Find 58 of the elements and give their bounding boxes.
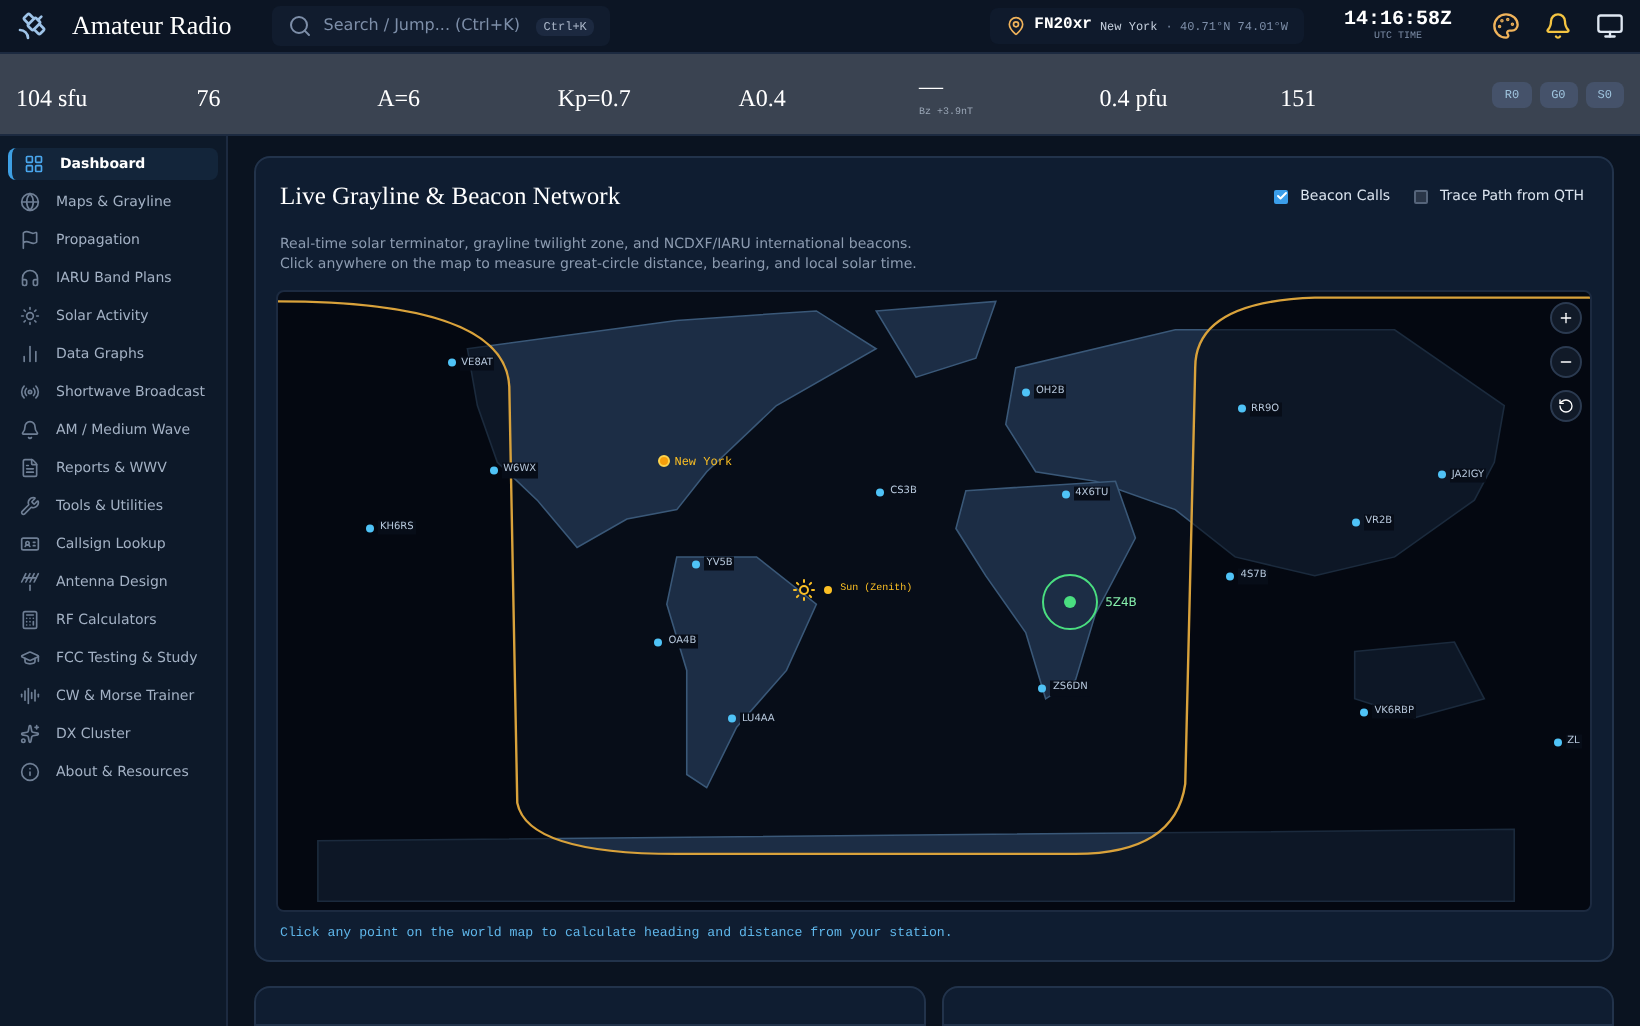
stat-value: 151 — [1280, 86, 1319, 110]
satellite-dish-icon — [16, 10, 48, 42]
beacon-marker[interactable] — [447, 359, 456, 368]
nav-icon — [20, 572, 40, 592]
search-icon — [287, 14, 312, 38]
pin-icon — [1006, 16, 1027, 36]
nav-icon — [20, 382, 40, 402]
zoom-in-button[interactable] — [1550, 301, 1582, 334]
nav-icon — [20, 344, 40, 364]
checkbox[interactable] — [1274, 189, 1289, 204]
stat-value: 0.4 pfu — [1099, 86, 1170, 110]
beacon-marker[interactable] — [1226, 572, 1235, 581]
utc-clock: 14:16:58Z — [1343, 11, 1452, 31]
card-title: Live Grayline & Beacon Network — [280, 180, 621, 214]
palette-icon[interactable] — [1492, 12, 1520, 40]
stat-value: — — [918, 74, 946, 99]
checkbox[interactable] — [1414, 189, 1429, 204]
stat-value: A=6 — [377, 86, 423, 110]
beacon-marker[interactable] — [1021, 387, 1030, 396]
beacon-marker[interactable] — [1351, 518, 1360, 527]
nav-icon — [20, 306, 40, 326]
beacon-marker[interactable] — [1038, 684, 1047, 693]
beacon-marker[interactable] — [728, 715, 736, 724]
nav-icon — [20, 648, 40, 668]
beacon-marker[interactable] — [1360, 707, 1369, 716]
beacon-marker[interactable] — [654, 637, 663, 646]
stat-value: 76 — [196, 86, 223, 110]
nav-icon — [20, 686, 40, 706]
nav-icon — [20, 762, 40, 782]
notification-icon[interactable] — [1544, 12, 1572, 40]
nav-icon — [20, 610, 40, 630]
stat-value: Kp=0.7 — [557, 86, 633, 110]
grid-locator: FN20xr — [1034, 14, 1092, 38]
display-icon[interactable] — [1596, 12, 1624, 40]
beacon-marker[interactable] — [876, 487, 885, 496]
beacon-marker[interactable] — [1061, 489, 1070, 498]
beacon-marker[interactable] — [1237, 405, 1246, 414]
app-title: Amateur Radio — [72, 8, 232, 45]
beacon-marker[interactable] — [692, 559, 701, 568]
beacon-marker[interactable] — [1553, 737, 1562, 746]
stat-value: 104 sfu — [16, 86, 90, 110]
beacon-marker[interactable] — [1437, 471, 1446, 480]
beacon-marker[interactable] — [489, 466, 498, 475]
search-field[interactable]: Search / Jump... (Ctrl+K) — [323, 14, 524, 38]
reset-icon — [1558, 397, 1574, 414]
plus-icon — [1558, 309, 1574, 326]
nav-icon — [20, 534, 40, 554]
beacon-marker[interactable] — [365, 523, 374, 532]
nav-icon — [20, 192, 40, 212]
reset-view-button[interactable] — [1550, 389, 1582, 422]
stat-value: A0.4 — [738, 86, 788, 110]
nav-icon — [24, 154, 44, 174]
nav-icon — [20, 724, 40, 744]
nav-icon — [20, 458, 40, 478]
sun-icon — [792, 578, 817, 603]
nav-icon — [20, 420, 40, 440]
beacon-marker[interactable] — [1041, 574, 1098, 631]
nav-icon — [20, 496, 40, 516]
